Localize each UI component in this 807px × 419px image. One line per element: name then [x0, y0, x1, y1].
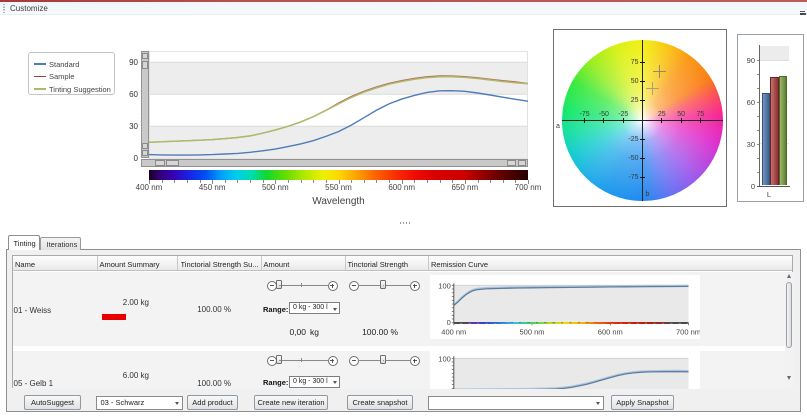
svg-text:0: 0 — [447, 318, 451, 327]
svg-text:500 nm: 500 nm — [519, 327, 544, 336]
svg-text:100: 100 — [438, 354, 451, 363]
svg-text:100: 100 — [438, 281, 451, 290]
svg-text:400 nm: 400 nm — [441, 327, 466, 336]
svg-text:700 nm: 700 nm — [676, 327, 700, 336]
svg-text:600 nm: 600 nm — [598, 327, 623, 336]
